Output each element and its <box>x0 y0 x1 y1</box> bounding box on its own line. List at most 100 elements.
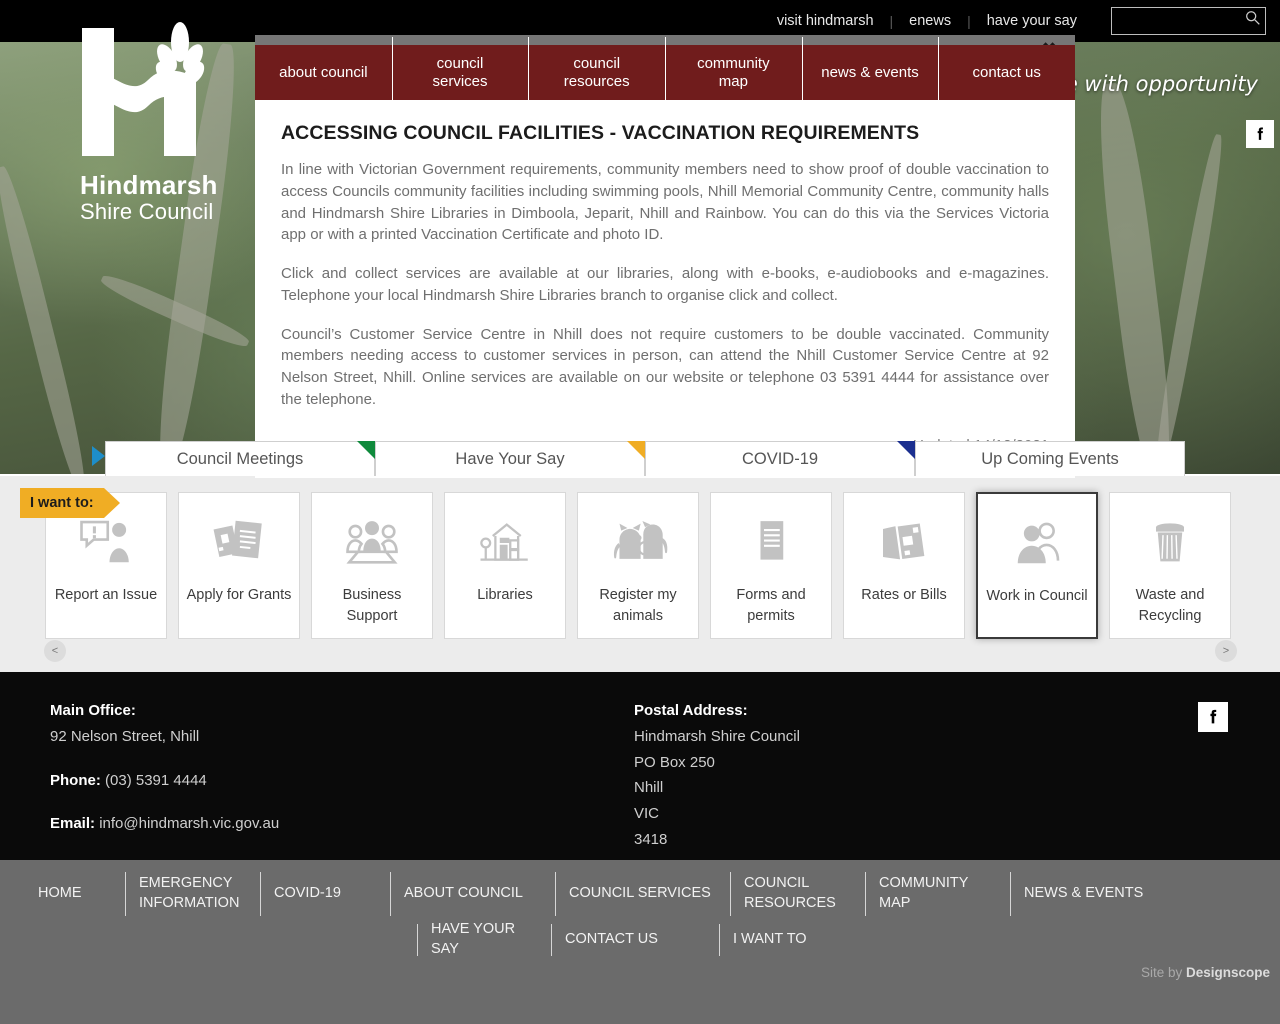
bottom-nav-contact-us[interactable]: CONTACT US <box>551 920 719 960</box>
bottom-nav-emergency-information[interactable]: EMERGENCY INFORMATION <box>125 868 260 920</box>
quick-link-business-support[interactable]: Business Support <box>311 492 433 639</box>
nav-item-council-resources[interactable]: council resources <box>528 45 665 100</box>
phone-value[interactable]: (03) 5391 4444 <box>105 772 207 789</box>
bottom-navigation: HOME EMERGENCY INFORMATION COVID-19 ABOU… <box>0 860 1280 1024</box>
quick-link-apply-for-grants[interactable]: Apply for Grants <box>178 492 300 639</box>
quick-link-label: Register my animals <box>578 585 698 627</box>
bottom-nav-row-1: HOME EMERGENCY INFORMATION COVID-19 ABOU… <box>0 868 1280 920</box>
work-icon <box>1009 516 1065 572</box>
bottom-nav-about-council[interactable]: ABOUT COUNCIL <box>390 868 555 920</box>
quick-link-label: Rates or Bills <box>857 585 950 606</box>
site-credit-name[interactable]: Designscope <box>1186 965 1270 980</box>
search-input[interactable] <box>1112 8 1265 34</box>
utility-link-enews[interactable]: enews <box>893 13 967 29</box>
tab-up-coming-events[interactable]: Up Coming Events <box>915 441 1185 476</box>
email-label: Email: <box>50 815 95 832</box>
tab-label: Up Coming Events <box>981 450 1119 469</box>
bottom-nav-covid-19[interactable]: COVID-19 <box>260 868 390 920</box>
postal-line: PO Box 250 <box>634 752 800 774</box>
feature-tab-strip: Council Meetings Have Your Say COVID-19 … <box>105 441 1185 476</box>
bottom-nav-row-2: HAVE YOUR SAY CONTACT US I WANT TO <box>0 920 1280 960</box>
tab-covid-19[interactable]: COVID-19 <box>645 441 915 476</box>
modal-heading: ACCESSING COUNCIL FACILITIES - VACCINATI… <box>281 122 1049 145</box>
nav-item-news-events[interactable]: news & events <box>802 45 939 100</box>
bottom-nav-council-resources[interactable]: COUNCIL RESOURCES <box>730 868 865 920</box>
site-credit: Site by Designscope <box>1141 965 1270 980</box>
rates-icon <box>876 515 932 571</box>
waste-icon <box>1142 515 1198 571</box>
main-office-address: 92 Nelson Street, Nhill <box>50 726 279 748</box>
quick-link-work-in-council[interactable]: Work in Council <box>976 492 1098 639</box>
site-footer: Main Office: 92 Nelson Street, Nhill Pho… <box>0 672 1280 860</box>
modal-paragraph: Click and collect services are available… <box>281 263 1049 307</box>
tab-flag-icon <box>357 441 375 459</box>
tab-council-meetings[interactable]: Council Meetings <box>105 441 375 476</box>
postal-line: 3418 <box>634 829 800 851</box>
facebook-icon[interactable] <box>1198 702 1228 732</box>
i-want-to-badge: I want to: <box>20 488 104 518</box>
bottom-nav-news-events[interactable]: NEWS & EVENTS <box>1010 868 1180 920</box>
quick-link-label: Libraries <box>473 585 537 606</box>
postal-line: Nhill <box>634 777 800 799</box>
bottom-nav-home[interactable]: HOME <box>0 868 125 920</box>
quick-link-waste-and-recycling[interactable]: Waste and Recycling <box>1109 492 1231 639</box>
main-office-label: Main Office: <box>50 702 136 719</box>
hindmarsh-h-logo-icon <box>80 18 210 168</box>
nav-item-council-services[interactable]: council services <box>392 45 529 100</box>
library-icon <box>477 515 533 571</box>
bottom-nav-i-want-to[interactable]: I WANT TO <box>719 920 839 960</box>
quick-link-rates-or-bills[interactable]: Rates or Bills <box>843 492 965 639</box>
site-credit-prefix: Site by <box>1141 965 1186 980</box>
nav-item-community-map[interactable]: community map <box>665 45 802 100</box>
email-value[interactable]: info@hindmarsh.vic.gov.au <box>99 815 279 832</box>
quick-link-register-my-animals[interactable]: Register my animals <box>577 492 699 639</box>
tab-have-your-say[interactable]: Have Your Say <box>375 441 645 476</box>
animals-icon <box>608 515 668 571</box>
quick-link-forms-and-permits[interactable]: Forms and permits <box>710 492 832 639</box>
nav-item-about-council[interactable]: about council <box>255 45 392 100</box>
phone-label: Phone: <box>50 772 101 789</box>
tab-flag-icon <box>627 441 645 459</box>
quick-link-label: Waste and Recycling <box>1110 585 1230 627</box>
tab-label: Have Your Say <box>455 450 564 469</box>
logo-name-line2: Shire Council <box>80 199 270 224</box>
utility-link-visit-hindmarsh[interactable]: visit hindmarsh <box>761 13 890 29</box>
quick-link-label: Forms and permits <box>711 585 831 627</box>
postal-line: VIC <box>634 803 800 825</box>
quick-link-label: Work in Council <box>982 586 1091 607</box>
quick-link-libraries[interactable]: Libraries <box>444 492 566 639</box>
tab-flag-icon <box>897 441 915 459</box>
search-box[interactable] <box>1111 7 1266 35</box>
nav-item-contact-us[interactable]: contact us <box>938 45 1075 100</box>
bottom-nav-rows: HOME EMERGENCY INFORMATION COVID-19 ABOU… <box>0 868 1280 960</box>
bottom-nav-have-your-say[interactable]: HAVE YOUR SAY <box>417 920 551 960</box>
page-root: visit hindmarsh | enews | have your say <box>0 0 1280 1024</box>
modal-paragraph: In line with Victorian Government requir… <box>281 159 1049 246</box>
quick-links-section: I want to: Report an Issue <box>0 476 1280 672</box>
carousel-prev-icon[interactable]: < <box>44 640 66 662</box>
site-logo[interactable]: Hindmarsh Shire Council <box>80 18 270 225</box>
tab-pointer-icon <box>92 446 105 466</box>
quick-links-carousel: Report an Issue <box>45 492 1235 639</box>
bottom-nav-council-services[interactable]: COUNCIL SERVICES <box>555 868 730 920</box>
forms-icon <box>743 515 799 571</box>
tab-label: Council Meetings <box>177 450 304 469</box>
bottom-nav-community-map[interactable]: COMMUNITY MAP <box>865 868 1010 920</box>
main-navigation: about council council services council r… <box>255 45 1075 100</box>
business-icon <box>344 515 400 571</box>
postal-label: Postal Address: <box>634 702 748 719</box>
carousel-next-icon[interactable]: > <box>1215 640 1237 662</box>
grants-icon <box>211 515 267 571</box>
report-issue-icon <box>78 515 134 571</box>
modal-paragraph: Council’s Customer Service Centre in Nhi… <box>281 324 1049 411</box>
logo-name-line1: Hindmarsh <box>80 172 270 199</box>
utility-link-have-your-say[interactable]: have your say <box>971 13 1093 29</box>
quick-link-label: Report an Issue <box>51 585 161 606</box>
facebook-icon[interactable] <box>1246 120 1274 148</box>
footer-main-office: Main Office: 92 Nelson Street, Nhill Pho… <box>50 700 279 839</box>
quick-link-label: Business Support <box>312 585 432 627</box>
quick-link-label: Apply for Grants <box>183 585 296 606</box>
tab-label: COVID-19 <box>742 450 818 469</box>
postal-line: Hindmarsh Shire Council <box>634 726 800 748</box>
modal-body: ACCESSING COUNCIL FACILITIES - VACCINATI… <box>255 100 1075 478</box>
